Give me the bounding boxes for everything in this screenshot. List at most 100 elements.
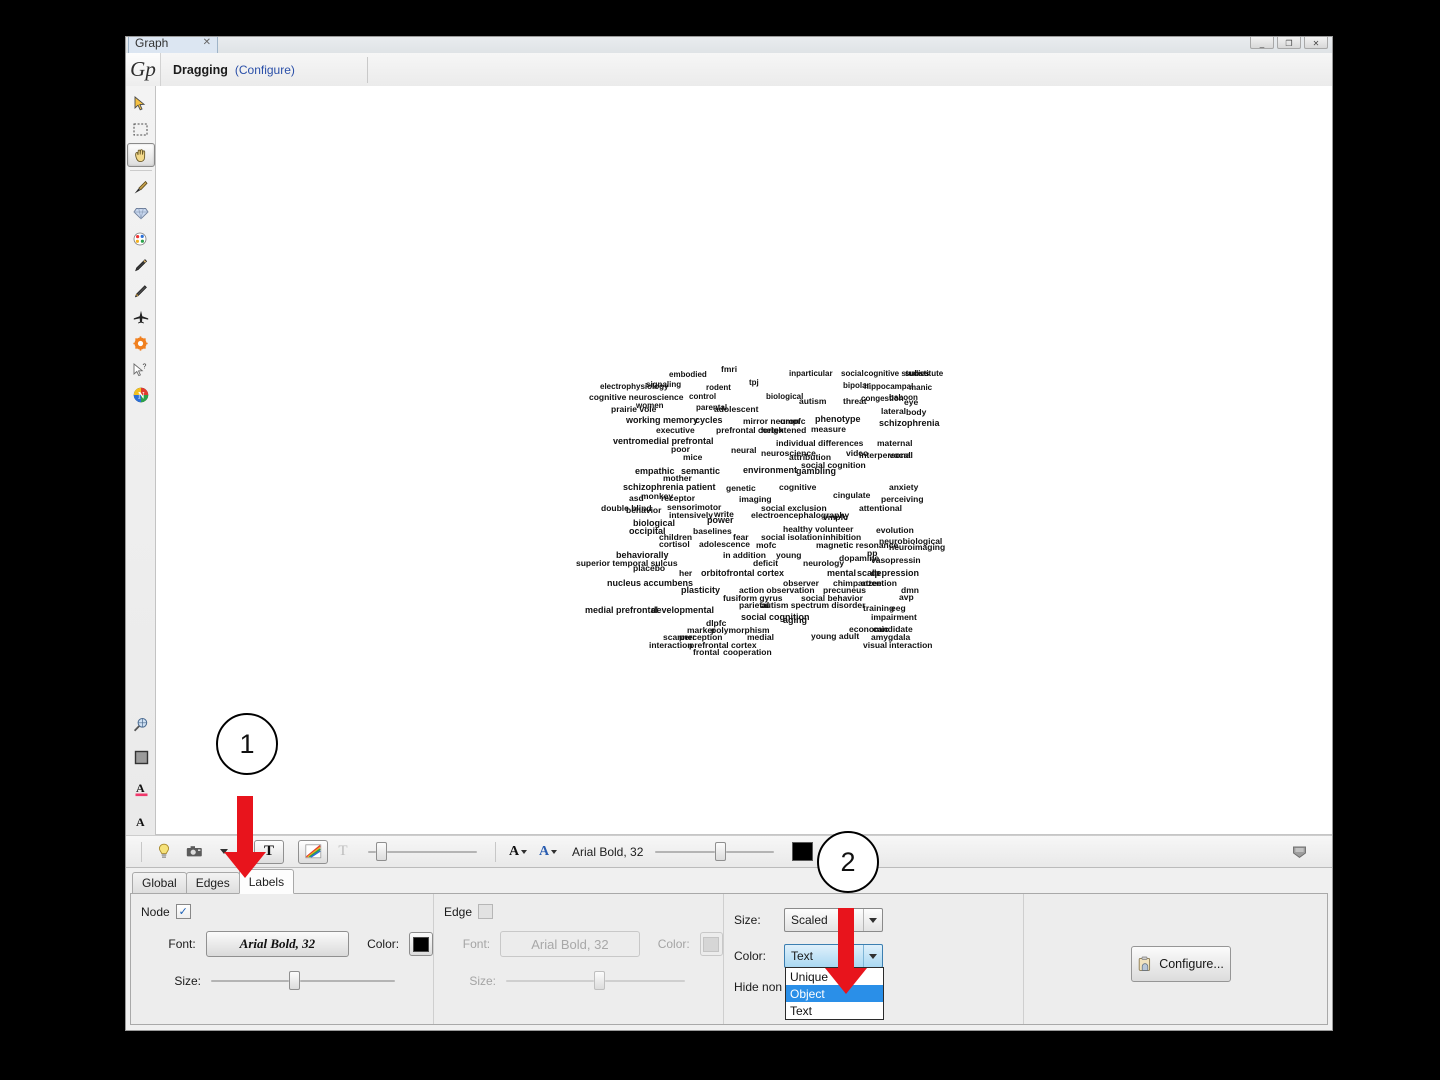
word-cloud-label: neuroimaging <box>889 542 946 552</box>
tab-global[interactable]: Global <box>132 872 187 894</box>
gem-tool[interactable] <box>127 201 155 225</box>
help-pointer-tool[interactable]: ? <box>127 357 155 381</box>
lightbulb-icon[interactable] <box>149 840 179 864</box>
color-wheel-tool[interactable]: N <box>127 383 155 407</box>
node-color-swatch <box>413 936 430 952</box>
rainbow-icon[interactable] <box>298 839 328 864</box>
word-cloud-label: schizophrenia <box>879 418 940 428</box>
close-icon[interactable]: ✕ <box>203 37 211 48</box>
font-color-blue-button[interactable]: A <box>533 840 563 864</box>
maximize-button[interactable]: ❐ <box>1277 37 1301 49</box>
node-size-slider[interactable] <box>211 971 395 990</box>
text-color-tool[interactable]: A <box>127 777 155 801</box>
edge-size-label: Size: <box>469 973 496 988</box>
word-cloud-label: behavior <box>626 505 662 515</box>
dropdown-option-text-label: Text <box>790 1003 813 1018</box>
edge-label-group: Edge Font: Arial Bold, 32 Color: Size: <box>434 894 724 1024</box>
rectangle-select-tool[interactable] <box>127 117 155 141</box>
camera-icon[interactable] <box>179 840 209 864</box>
zoom-tool[interactable] <box>127 713 155 737</box>
word-cloud-label: vasopressin <box>871 555 921 565</box>
word-cloud-label: young adult <box>811 631 860 641</box>
word-cloud-label: working memory <box>626 415 699 425</box>
label-color-swatch[interactable] <box>792 842 814 861</box>
select-pointer-tool[interactable] <box>127 91 155 115</box>
slider-knob[interactable] <box>289 971 300 990</box>
edge-label-toggle-button[interactable]: T <box>328 840 358 864</box>
word-cloud-label: mice <box>683 452 703 462</box>
word-cloud-label: fmri <box>721 364 738 374</box>
text-tool[interactable]: A <box>127 809 155 833</box>
word-cloud-label: biological <box>766 392 804 401</box>
word-cloud-label: neural <box>731 445 757 455</box>
word-cloud-label: ventromedial prefrontal <box>613 436 714 446</box>
word-cloud-label: developmental <box>651 605 715 615</box>
word-cloud-label: placebo <box>633 563 666 573</box>
slider-knob <box>594 971 605 990</box>
word-cloud-label: eye <box>904 397 919 407</box>
word-cloud-label: measure <box>811 424 846 434</box>
node-font-label: Font: <box>168 937 196 951</box>
word-cloud-label: inparticular <box>789 369 833 378</box>
close-button[interactable]: ✕ <box>1304 37 1328 49</box>
font-color-blue-letter: A <box>538 843 550 859</box>
edge-size-slider <box>506 971 685 990</box>
word-cloud-label: her <box>679 568 693 578</box>
edge-enable-row: Edge <box>444 904 723 919</box>
annotation-number-2: 2 <box>840 846 856 877</box>
word-cloud-label: cingulate <box>833 490 871 500</box>
word-cloud-label: interaction <box>649 640 693 650</box>
fill-color-tool[interactable] <box>127 745 155 769</box>
word-cloud-label: autism <box>799 396 827 406</box>
slider-knob[interactable] <box>715 842 727 861</box>
node-size-row: Size: <box>141 971 433 990</box>
paintbrush-tool[interactable] <box>127 175 155 199</box>
node-color-button[interactable] <box>409 932 433 956</box>
word-cloud-label: depression <box>871 568 920 578</box>
app-logo-icon: Gp <box>126 53 161 86</box>
word-cloud-label: baselines <box>693 526 732 536</box>
slider-knob[interactable] <box>376 842 387 861</box>
annotation-number-1: 1 <box>239 728 255 759</box>
toolbar-divider <box>141 841 142 862</box>
node-font-row: Font: Arial Bold, 32 Color: <box>141 931 433 957</box>
airplane-tool[interactable] <box>127 305 155 329</box>
mode-configure-link[interactable]: (Configure) <box>235 63 295 77</box>
gear-tool[interactable] <box>127 331 155 355</box>
palette-tool[interactable] <box>127 227 155 251</box>
window-tab-strip: Graph ✕ _ ❐ ✕ <box>126 37 1332 54</box>
node-font-button[interactable]: Arial Bold, 32 <box>205 931 350 957</box>
word-cloud-label: maternal <box>877 438 913 448</box>
word-cloud-label: individual differences <box>776 438 864 448</box>
dropdown-option-object-label: Object <box>790 986 825 1001</box>
word-cloud-label: signaling <box>646 380 682 389</box>
edge-enable-checkbox[interactable] <box>478 904 494 919</box>
hand-pan-tool[interactable] <box>126 143 155 167</box>
font-color-button[interactable]: A <box>503 840 533 864</box>
configure-button[interactable]: Configure... <box>1130 946 1231 982</box>
edge-group-label: Edge <box>444 904 473 919</box>
pen-tool[interactable] <box>127 279 155 303</box>
edge-color-label: Color: <box>657 937 690 951</box>
hide-non-label: Hide non <box>734 980 783 994</box>
svg-text:N: N <box>138 391 145 401</box>
minimize-button[interactable]: _ <box>1250 37 1274 49</box>
dropdown-option-text[interactable]: Text <box>786 1002 883 1019</box>
chevron-badge-icon[interactable] <box>1284 840 1314 864</box>
label-size-slider[interactable] <box>368 842 477 861</box>
word-cloud-label: power <box>707 515 734 525</box>
pencil-tool[interactable] <box>127 253 155 277</box>
font-size-slider[interactable] <box>655 842 775 861</box>
word-cloud-label: evolution <box>876 525 914 535</box>
clipboard-icon <box>1138 956 1151 971</box>
word-cloud-label: aging <box>783 615 807 625</box>
svg-text:?: ? <box>142 363 146 370</box>
word-cloud-label: genetic <box>726 483 756 493</box>
edge-font-row: Font: Arial Bold, 32 Color: <box>444 931 723 957</box>
node-enable-checkbox[interactable]: ✓ <box>175 904 191 919</box>
graph-canvas[interactable]: embodied fmri inparticular social cognitive … <box>156 86 1332 835</box>
document-tab-label: Graph <box>135 36 169 50</box>
document-tab-graph[interactable]: Graph ✕ <box>128 36 218 53</box>
word-cloud-label: women <box>636 401 664 410</box>
chevron-down-icon <box>521 849 528 854</box>
